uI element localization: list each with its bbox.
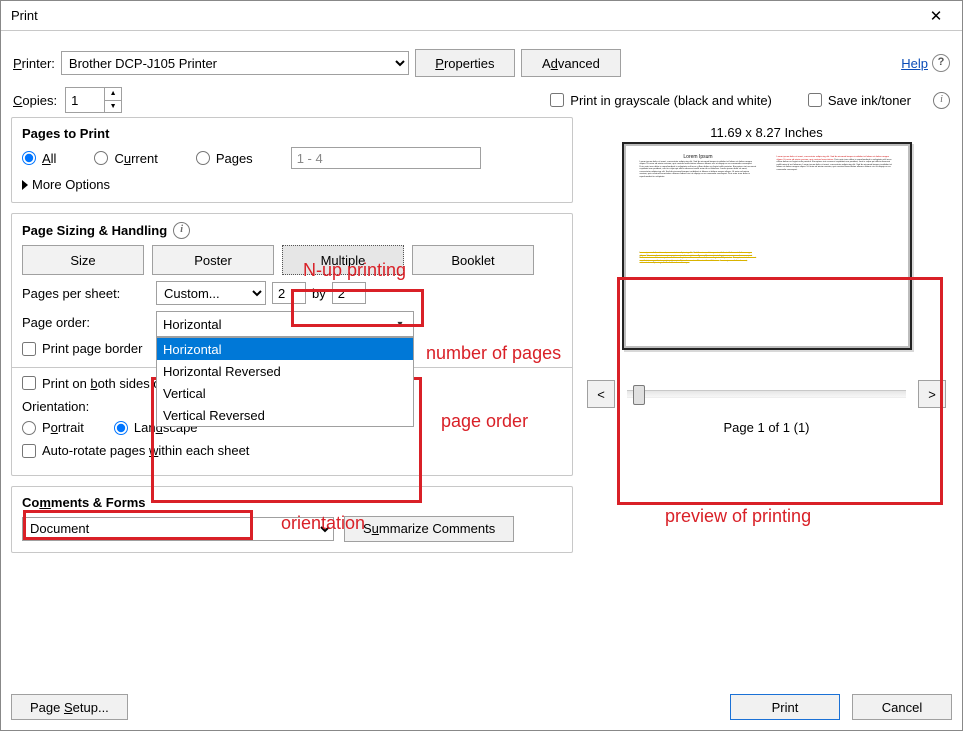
sizing-tabs: Size Poster Multiple Booklet [22,245,562,275]
tab-size[interactable]: Size [22,245,144,275]
preview-next-button[interactable]: > [918,380,946,408]
preview-area: 11.69 x 8.27 Inches Lorem Ipsum Lorem ip… [581,119,952,435]
preview-dimensions: 11.69 x 8.27 Inches [710,125,823,140]
preview-zoom-slider[interactable] [627,390,906,398]
printer-row: Printer: Brother DCP-J105 Printer Proper… [11,39,952,81]
titlebar: Print ✕ [1,1,962,31]
portrait-radio[interactable]: Portrait [22,420,84,435]
pages-range-input[interactable] [291,147,481,169]
pages-range-radio[interactable]: Pages [196,151,253,166]
preview-page-thumbnail [771,250,900,338]
copies-down-icon[interactable]: ▼ [105,101,121,113]
save-ink-label: Save ink/toner [828,93,911,108]
help-icon[interactable]: ? [932,54,950,72]
dialog-content: Printer: Brother DCP-J105 Printer Proper… [1,31,962,573]
advanced-button[interactable]: Advanced [521,49,621,77]
chevron-down-icon: ▾ [391,319,409,330]
print-border-label: Print page border [42,341,142,356]
copies-up-icon[interactable]: ▲ [105,88,121,101]
copies-row: Copies: ▲ ▼ Print in grayscale (black an… [11,81,952,117]
print-border-checkbox[interactable]: Print page border [22,341,142,356]
pages-to-print-title: Pages to Print [22,126,562,141]
page-sizing-group: Page Sizing & Handling i Size Poster Mul… [11,213,573,476]
preview-sheet: Lorem Ipsum Lorem ipsum dolor sit amet, … [622,142,912,350]
copies-spinner[interactable]: ▲ ▼ [65,87,122,113]
pages-to-print-group: Pages to Print All Current Pages [11,117,573,203]
print-dialog-window: Print ✕ Printer: Brother DCP-J105 Printe… [0,0,963,731]
comments-select[interactable]: Document [22,517,334,541]
preview-prev-button[interactable]: < [587,380,615,408]
triangle-right-icon [22,180,28,190]
comments-forms-title: Comments & Forms [22,495,562,510]
pages-current-radio[interactable]: Current [94,151,157,166]
page-order-option[interactable]: Horizontal Reversed [157,360,413,382]
grayscale-checkbox[interactable]: Print in grayscale (black and white) [550,93,772,108]
auto-rotate-checkbox[interactable]: Auto-rotate pages within each sheet [22,443,249,458]
help-link[interactable]: Help [901,56,928,71]
page-order-option[interactable]: Horizontal [157,338,413,360]
page-order-select[interactable]: Horizontal ▾ [156,311,414,337]
properties-button[interactable]: Properties [415,49,515,77]
page-order-option[interactable]: Vertical [157,382,413,404]
nup-rows-input[interactable] [332,282,366,304]
save-ink-checkbox[interactable]: Save ink/toner [808,93,911,108]
nup-by-label: by [312,286,326,301]
info-icon[interactable]: i [933,92,950,109]
pages-per-sheet-select[interactable]: Custom... [156,281,266,305]
slider-thumb-icon[interactable] [633,385,645,405]
window-title: Print [11,8,916,23]
page-order-dropdown-list: Horizontal Horizontal Reversed Vertical … [156,337,414,427]
preview-page-thumbnail: Lorem ipsum dolor sit amet, consectetur … [634,250,763,338]
page-sizing-title: Page Sizing & Handling [22,223,167,238]
info-icon[interactable]: i [173,222,190,239]
nup-cols-input[interactable] [272,282,306,304]
copies-input[interactable] [66,88,104,112]
close-icon[interactable]: ✕ [916,2,956,30]
printer-select[interactable]: Brother DCP-J105 Printer [61,51,409,75]
printer-label: Printer: [13,56,55,71]
grayscale-label: Print in grayscale (black and white) [570,93,772,108]
more-options-toggle[interactable]: More Options [22,177,562,192]
preview-page-thumbnail: Lorem ipsum dolor sit amet, consectetur … [771,154,900,242]
tab-booklet[interactable]: Booklet [412,245,534,275]
pages-all-radio[interactable]: All [22,151,56,166]
preview-page-thumbnail: Lorem Ipsum Lorem ipsum dolor sit amet, … [634,154,763,242]
tab-poster[interactable]: Poster [152,245,274,275]
tab-multiple[interactable]: Multiple [282,245,404,275]
summarize-comments-button[interactable]: Summarize Comments [344,516,514,542]
preview-page-info: Page 1 of 1 (1) [724,420,810,435]
comments-forms-group: Comments & Forms Document Summarize Comm… [11,486,573,553]
page-setup-button[interactable]: Page Setup... [11,694,128,720]
dialog-footer: Page Setup... Print Cancel [11,694,952,720]
page-order-option[interactable]: Vertical Reversed [157,404,413,426]
pages-per-sheet-label: Pages per sheet: [22,286,150,301]
preview-pager: < > [581,380,952,408]
page-order-label: Page order: [22,311,150,330]
cancel-button[interactable]: Cancel [852,694,952,720]
print-button[interactable]: Print [730,694,840,720]
copies-label: Copies: [13,93,57,108]
